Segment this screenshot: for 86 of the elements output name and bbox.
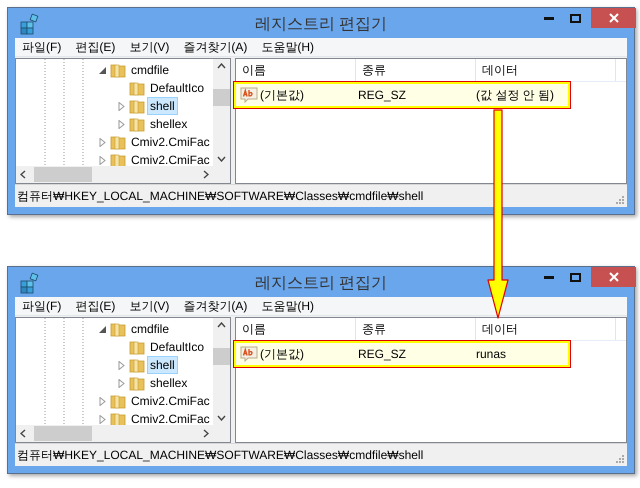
folder-icon: [110, 321, 126, 337]
expanded-arrow-icon[interactable]: [98, 324, 107, 334]
tree-item[interactable]: Cmiv2.CmiFac: [128, 410, 213, 425]
scrollbar-thumb[interactable]: [34, 426, 92, 441]
collapsed-arrow-icon[interactable]: [98, 414, 107, 424]
menu-item[interactable]: 도움말(H): [257, 38, 324, 56]
collapsed-arrow-icon[interactable]: [117, 360, 126, 370]
tree-item[interactable]: Cmiv2.CmiFac: [128, 392, 213, 410]
close-button[interactable]: [591, 8, 636, 28]
value-name: (기본값): [260, 86, 304, 104]
menu-item[interactable]: 파일(F): [18, 298, 72, 314]
scroll-right-icon[interactable]: [203, 429, 209, 438]
menu-item[interactable]: 보기(V): [125, 298, 180, 314]
value-row[interactable]: (기본값) REG_SZ runas: [234, 341, 570, 367]
scroll-up-icon[interactable]: [217, 322, 226, 328]
folder-icon: [129, 98, 145, 114]
tree-item[interactable]: shellex: [147, 374, 190, 392]
value-data: runas: [476, 347, 506, 361]
scrollbar-thumb[interactable]: [213, 348, 230, 365]
horizontal-scrollbar[interactable]: [16, 166, 213, 183]
resize-grip-icon: [616, 455, 624, 463]
close-button[interactable]: [591, 267, 636, 287]
menu-item[interactable]: 즐겨찾기(A): [179, 298, 258, 314]
tree-item[interactable]: Cmiv2.CmiFac: [128, 133, 213, 151]
scroll-right-icon[interactable]: [203, 170, 209, 179]
folder-icon: [129, 339, 145, 355]
resize-grip-icon: [616, 196, 624, 204]
tree-item[interactable]: Cmiv2.CmiFac: [128, 151, 213, 166]
close-icon: [608, 272, 618, 282]
value-type: REG_SZ: [357, 88, 408, 102]
menu-item[interactable]: 즐겨찾기(A): [179, 38, 258, 56]
horizontal-scrollbar[interactable]: [16, 425, 213, 442]
scroll-left-icon[interactable]: [20, 429, 26, 438]
value-row[interactable]: (기본값) REG_SZ (값 설정 안 됨): [234, 82, 570, 108]
folder-icon: [129, 357, 145, 373]
menu-item[interactable]: 편집(E): [71, 38, 126, 56]
menu-item[interactable]: 도움말(H): [257, 298, 324, 314]
menu-item[interactable]: 보기(V): [125, 38, 180, 56]
menu-item[interactable]: 편집(E): [71, 298, 126, 314]
scrollbar-thumb[interactable]: [34, 167, 92, 182]
folder-icon: [129, 116, 145, 132]
folder-icon: [110, 62, 126, 78]
window-title: 레지스트리 편집기: [254, 274, 388, 294]
tree-item[interactable]: shellex: [147, 115, 190, 133]
scroll-left-icon[interactable]: [20, 170, 26, 179]
collapsed-arrow-icon[interactable]: [117, 378, 126, 388]
registry-path: 컴퓨터₩HKEY_LOCAL_MACHINE₩SOFTWARE₩Classes₩cmdfile₩shell: [17, 446, 424, 464]
scrollbar-thumb[interactable]: [213, 89, 230, 106]
folder-icon: [110, 411, 126, 425]
folder-icon: [129, 375, 145, 391]
maximize-icon: [570, 272, 580, 282]
tree-item[interactable]: cmdfile: [128, 320, 172, 338]
minimize-icon: [544, 276, 554, 278]
tree-item[interactable]: shell: [147, 97, 178, 115]
registry-path: 컴퓨터₩HKEY_LOCAL_MACHINE₩SOFTWARE₩Classes₩cmdfile₩shell: [17, 188, 424, 204]
tree-item[interactable]: DefaultIco: [147, 79, 208, 97]
tree-item[interactable]: DefaultIco: [147, 338, 208, 356]
registry-cubes-icon: [19, 272, 41, 294]
tree-item[interactable]: shell: [147, 356, 178, 374]
maximize-icon: [570, 14, 580, 22]
tree-item[interactable]: cmdfile: [128, 61, 172, 79]
string-value-icon: [240, 346, 258, 362]
value-name: (기본값): [260, 346, 304, 362]
collapsed-arrow-icon[interactable]: [117, 102, 126, 110]
collapsed-arrow-icon[interactable]: [98, 138, 107, 146]
registry-cubes-icon: [19, 13, 41, 35]
minimize-icon: [544, 16, 554, 20]
folder-icon: [110, 393, 126, 409]
scroll-down-icon[interactable]: [217, 415, 226, 421]
expanded-arrow-icon[interactable]: [98, 66, 107, 74]
close-icon: [608, 13, 618, 23]
folder-icon: [110, 134, 126, 150]
folder-icon: [110, 152, 126, 166]
collapsed-arrow-icon[interactable]: [117, 120, 126, 128]
folder-icon: [129, 80, 145, 96]
window-title: 레지스트리 편집기: [254, 15, 388, 35]
collapsed-arrow-icon[interactable]: [98, 396, 107, 406]
value-data: (값 설정 안 됨): [476, 86, 554, 104]
menu-item[interactable]: 파일(F): [18, 38, 72, 56]
vertical-scrollbar[interactable]: [213, 59, 230, 166]
scroll-down-icon[interactable]: [217, 156, 226, 162]
string-value-icon: [240, 87, 258, 103]
scroll-up-icon[interactable]: [217, 63, 226, 69]
collapsed-arrow-icon[interactable]: [98, 156, 107, 164]
vertical-scrollbar[interactable]: [213, 318, 230, 425]
value-type: REG_SZ: [357, 347, 408, 361]
